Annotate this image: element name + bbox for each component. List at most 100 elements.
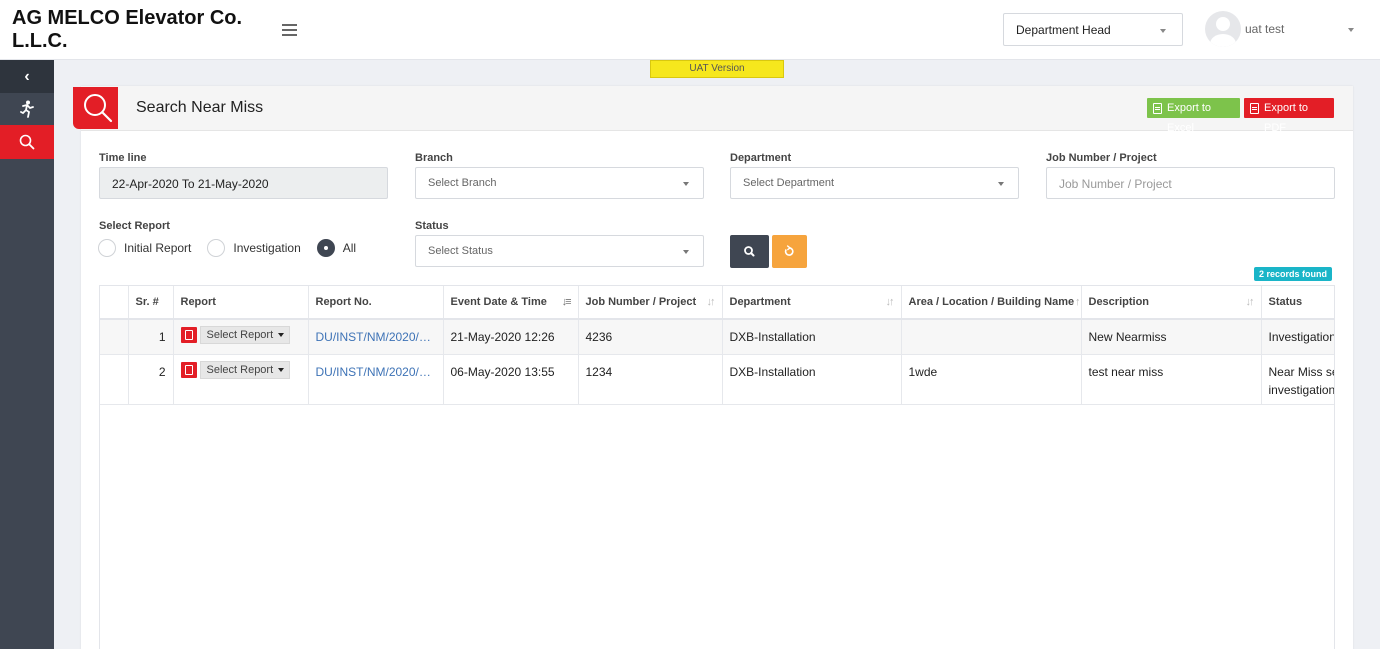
cell-report-no-link[interactable]: DU/INST/NM/2020/0... xyxy=(308,319,444,355)
col-department[interactable]: Department ↓↑ xyxy=(722,286,902,320)
cell-department: DXB-Installation xyxy=(722,319,902,355)
cell-status: Near Miss se investigation xyxy=(1261,354,1334,405)
cell-description: test near miss xyxy=(1081,354,1262,405)
company-logo-text: AG MELCO Elevator Co. L.L.C. xyxy=(12,7,243,52)
pdf-icon[interactable] xyxy=(180,361,197,378)
search-icon xyxy=(19,134,35,150)
cell-sr: 1 xyxy=(128,319,174,355)
caret-down-icon xyxy=(278,333,285,337)
col-report-no[interactable]: Report No. xyxy=(308,286,444,320)
select-report-dropdown[interactable]: Select Report xyxy=(199,360,291,379)
col-event-date[interactable]: Event Date & Time ↓≡ xyxy=(443,286,579,320)
cell-event-date: 06-May-2020 13:55 xyxy=(443,354,579,405)
col-checkbox xyxy=(100,286,129,320)
export-pdf-label: Export to PDF xyxy=(1264,102,1309,134)
sort-desc-icon[interactable]: ↓≡ xyxy=(562,296,572,308)
col-area[interactable]: Area / Location / Building Name ↑ xyxy=(901,286,1082,320)
cell-sr: 2 xyxy=(128,354,174,405)
row-select-cell[interactable] xyxy=(100,319,129,355)
radio-investigation[interactable] xyxy=(207,239,226,257)
branch-label: Branch xyxy=(415,152,453,164)
cell-job: 4236 xyxy=(578,319,723,355)
hamburger-menu-icon[interactable] xyxy=(282,24,297,36)
pdf-icon[interactable] xyxy=(180,327,197,343)
table-row[interactable]: 2 Select Report DU/INST/NM/2020/0... 06-… xyxy=(100,354,1334,405)
caret-down-icon xyxy=(278,367,285,372)
branch-select[interactable]: Select Branch xyxy=(415,167,704,199)
job-number-input[interactable]: Job Number / Project xyxy=(1046,167,1335,199)
radio-all[interactable] xyxy=(316,239,335,257)
table-header-row: Sr. # Report Report No. Event Date & Tim… xyxy=(100,286,1334,320)
timeline-value: 22-Apr-2020 To 21-May-2020 xyxy=(112,177,269,191)
row-select-cell[interactable] xyxy=(100,354,129,405)
sidebar-item-safety[interactable] xyxy=(0,93,54,125)
col-sr[interactable]: Sr. # xyxy=(128,286,174,320)
chevron-down-icon xyxy=(998,182,1004,186)
records-found-badge: 2 records found xyxy=(1254,267,1333,281)
sidebar: ‹ xyxy=(0,60,54,649)
cell-area: 1wde xyxy=(901,354,1082,405)
branch-placeholder: Select Branch xyxy=(428,177,497,189)
report-type-radio-group: Initial Report Investigation All xyxy=(98,239,372,257)
select-report-dropdown[interactable]: Select Report xyxy=(199,326,291,344)
job-placeholder: Job Number / Project xyxy=(1059,177,1172,191)
search-button[interactable] xyxy=(730,235,769,268)
sort-icon[interactable]: ↓↑ xyxy=(886,296,895,308)
cell-department: DXB-Installation xyxy=(722,354,902,405)
sort-icon[interactable]: ↓↑ xyxy=(707,296,716,308)
chevron-down-icon xyxy=(683,250,689,254)
department-label: Department xyxy=(730,152,792,164)
status-label: Status xyxy=(415,220,449,232)
timeline-field[interactable]: 22-Apr-2020 To 21-May-2020 xyxy=(99,167,388,199)
export-pdf-button[interactable]: Export to PDF xyxy=(1244,98,1334,134)
status-select[interactable]: Select Status xyxy=(415,235,704,267)
timeline-label: Time line xyxy=(99,152,147,164)
radio-investigation-label[interactable]: Investigation xyxy=(233,241,300,255)
cell-event-date: 21-May-2020 12:26 xyxy=(443,319,579,355)
export-excel-button[interactable]: Export to Excel xyxy=(1147,98,1240,134)
role-select-value: Department Head xyxy=(1016,23,1111,37)
reset-button[interactable] xyxy=(772,235,807,268)
department-placeholder: Select Department xyxy=(743,177,835,189)
cell-report: Select Report xyxy=(173,354,309,405)
search-card: Search Near Miss Export to Excel Export … xyxy=(73,86,1353,649)
user-avatar-icon[interactable] xyxy=(1205,11,1241,47)
cell-report-no-link[interactable]: DU/INST/NM/2020/0... xyxy=(308,354,444,405)
cell-status: Investigation xyxy=(1261,319,1334,355)
job-label: Job Number / Project xyxy=(1046,152,1157,164)
role-select[interactable]: Department Head xyxy=(1003,13,1183,46)
cell-report: Select Report xyxy=(173,319,309,355)
table-row[interactable]: 1 Select Report DU/INST/NM/2020/0... 21-… xyxy=(100,319,1334,355)
excel-file-icon xyxy=(1153,103,1162,114)
department-select[interactable]: Select Department xyxy=(730,167,1019,199)
radio-all-label[interactable]: All xyxy=(343,241,356,255)
col-status[interactable]: Status xyxy=(1261,286,1334,320)
radio-initial-report[interactable] xyxy=(98,239,116,257)
cell-description: New Nearmiss xyxy=(1081,319,1262,355)
search-icon xyxy=(744,246,755,257)
header-search-icon xyxy=(73,87,118,129)
col-report: Report xyxy=(173,286,309,320)
select-report-label: Select Report xyxy=(99,220,170,232)
sidebar-item-search[interactable] xyxy=(0,125,54,159)
export-excel-label: Export to Excel xyxy=(1167,102,1212,134)
card-header: Search Near Miss Export to Excel Export … xyxy=(73,86,1353,134)
refresh-icon xyxy=(784,245,794,256)
results-table: Sr. # Report Report No. Event Date & Tim… xyxy=(99,285,1335,649)
sidebar-collapse-icon[interactable]: ‹ xyxy=(0,60,54,93)
col-description[interactable]: Description ↓↑ xyxy=(1081,286,1262,320)
uat-version-badge: UAT Version xyxy=(650,60,784,78)
top-header: AG MELCO Elevator Co. L.L.C. Department … xyxy=(0,0,1380,60)
cell-area xyxy=(901,319,1082,355)
cell-job: 1234 xyxy=(578,354,723,405)
person-running-icon xyxy=(20,100,34,118)
chevron-down-icon xyxy=(683,182,689,186)
sort-icon[interactable]: ↑ xyxy=(1075,296,1080,308)
sort-icon[interactable]: ↓↑ xyxy=(1246,296,1255,308)
username[interactable]: uat test xyxy=(1245,22,1284,36)
radio-initial-report-label[interactable]: Initial Report xyxy=(124,241,191,255)
user-menu-chevron-icon[interactable] xyxy=(1348,28,1354,32)
page-title: Search Near Miss xyxy=(136,99,264,116)
chevron-down-icon xyxy=(1160,29,1166,33)
col-job[interactable]: Job Number / Project ↓↑ xyxy=(578,286,723,320)
